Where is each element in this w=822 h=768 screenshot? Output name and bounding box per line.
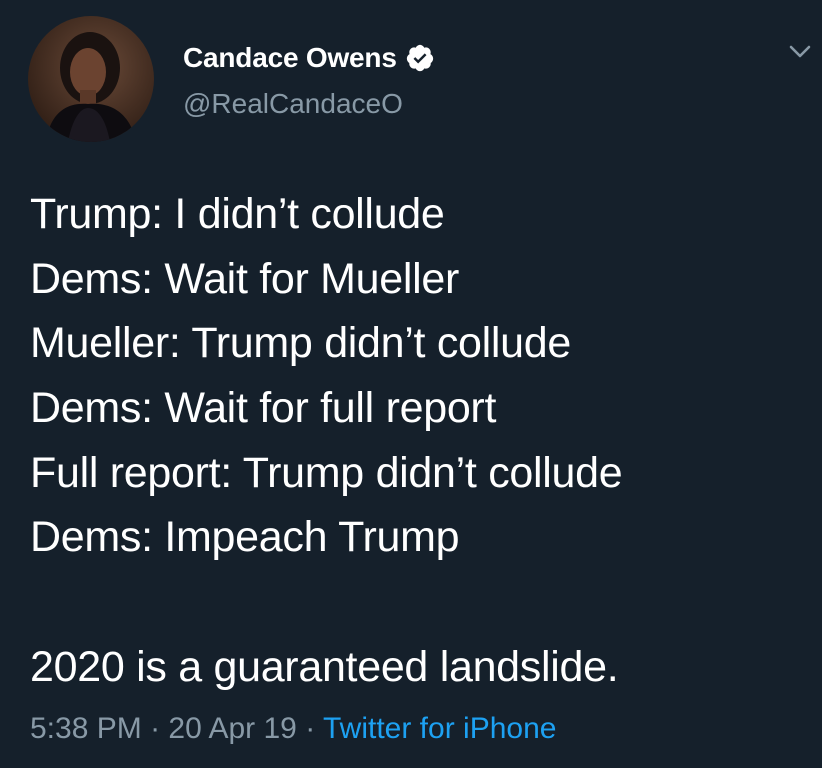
tweet-text-line: Dems: Wait for full report [30,384,497,433]
meta-separator: · [150,712,161,745]
tweet-date[interactable]: 20 Apr 19 [168,712,296,745]
author-handle[interactable]: @RealCandaceO [183,88,403,120]
tweet-body: Trump: I didn’t collude Dems: Wait for M… [30,182,810,700]
author-name-row: Candace Owens [183,38,435,78]
chevron-down-icon[interactable] [786,40,814,64]
tweet-card: Candace Owens @RealCandaceO Trump: I did… [0,0,822,768]
author-display-name[interactable]: Candace Owens [183,42,397,74]
verified-badge-icon [405,43,435,73]
tweet-text-line: Mueller: Trump didn’t collude [30,319,571,368]
tweet-time[interactable]: 5:38 PM [30,712,142,745]
tweet-text-line: Dems: Wait for Mueller [30,254,460,303]
avatar-image [28,16,154,142]
tweet-text-line: Dems: Impeach Trump [30,513,460,562]
profile-avatar[interactable] [28,16,154,142]
tweet-source-link[interactable]: Twitter for iPhone [323,712,556,745]
tweet-text-line: 2020 is a guaranteed landslide. [30,642,619,691]
tweet-text-line: Full report: Trump didn’t collude [30,448,623,497]
tweet-meta: 5:38 PM · 20 Apr 19 · Twitter for iPhone [30,712,556,746]
tweet-text-line: Trump: I didn’t collude [30,190,445,238]
meta-separator: · [305,712,316,745]
